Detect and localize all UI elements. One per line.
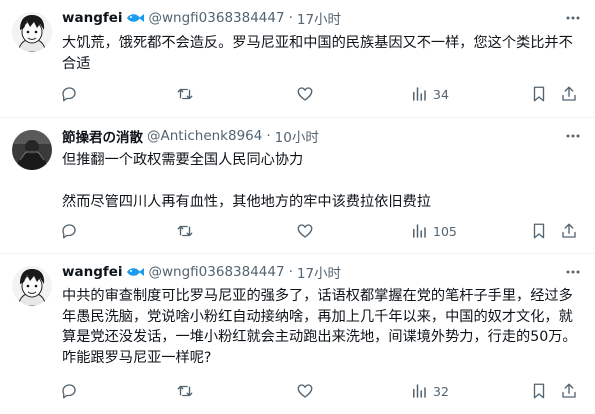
bookmark-icon [533,383,545,399]
share-icon [562,223,576,238]
display-name[interactable]: 節操君の消散 [62,126,143,146]
views-count: 105 [433,223,457,239]
tweet-paragraph: 大饥荒，饿死都不会造反。罗马尼亚和中国的民族基因又不一样，您这个类比并不合适 [62,35,573,72]
tweet-header: wangfei @wngfi0368384447 · 17小时 [62,262,555,282]
reply-icon [62,87,76,102]
user-handle[interactable]: @wngfi0368384447 [149,264,285,280]
like-button[interactable] [296,381,314,401]
user-handle[interactable]: @Antichenk8964 [147,128,262,144]
reply-button[interactable] [60,84,78,104]
like-button[interactable] [296,84,314,104]
separator: · [288,10,293,26]
retweet-button[interactable] [176,84,194,104]
share-button[interactable] [560,221,578,241]
bookmark-button[interactable] [530,381,548,401]
tweet-paragraph: 中共的审查制度可比罗马尼亚的强多了，话语权都掌握在党的笔杆子手里，经过多年愚民洗… [62,288,577,366]
display-name[interactable]: wangfei [62,264,123,280]
reply-button[interactable] [60,221,78,241]
tweet[interactable]: 節操君の消散 @Antichenk8964 · 10小时 但推翻一个政权需要全国… [0,118,595,254]
tweet-actions: 34 [60,84,580,104]
tweet-text: 大饥荒，饿死都不会造反。罗马尼亚和中国的民族基因又不一样，您这个类比并不合适 [62,33,581,74]
share-button[interactable] [560,84,578,104]
bookmark-icon [533,223,545,239]
views-count: 32 [433,383,449,399]
views-icon [413,224,426,238]
tweet-actions: 105 [60,221,580,241]
separator: · [266,128,271,144]
more-icon[interactable] [565,10,581,26]
anime-boy-avatar[interactable] [12,266,52,306]
timestamp[interactable]: 17小时 [297,262,341,282]
share-icon [562,86,576,101]
anime-boy-avatar[interactable] [12,12,52,52]
dark-figure-avatar[interactable] [12,130,52,170]
retweet-button[interactable] [176,381,194,401]
like-button[interactable] [296,221,314,241]
reply-icon [62,224,76,239]
tweet-text: 但推翻一个政权需要全国人民同心协力 然而尽管四川人再有血性，其他地方的牢中该费拉… [62,150,581,212]
tweet-paragraph: 然而尽管四川人再有血性，其他地方的牢中该费拉依旧费拉 [62,193,431,210]
timestamp[interactable]: 10小时 [275,126,319,146]
like-icon [297,224,313,238]
retweet-button[interactable] [176,221,194,241]
tweet-header: 節操君の消散 @Antichenk8964 · 10小时 [62,126,555,146]
like-icon [297,87,313,101]
views-button[interactable]: 34 [410,84,449,104]
retweet-icon [177,385,193,397]
retweet-icon [177,225,193,237]
tweet-header: wangfei @wngfi0368384447 · 17小时 [62,8,555,28]
reply-button[interactable] [60,381,78,401]
fish-emoji-icon [126,268,144,276]
fish-emoji-icon [126,14,144,22]
timestamp[interactable]: 17小时 [297,8,341,28]
bookmark-icon [533,86,545,102]
separator: · [288,264,293,280]
share-button[interactable] [560,381,578,401]
user-handle[interactable]: @wngfi0368384447 [149,10,285,26]
retweet-icon [177,88,193,100]
views-button[interactable]: 105 [410,221,457,241]
bookmark-button[interactable] [530,221,548,241]
like-icon [297,384,313,398]
views-button[interactable]: 32 [410,381,449,401]
views-count: 34 [433,86,449,102]
reply-icon [62,384,76,399]
views-icon [413,87,426,101]
bookmark-button[interactable] [530,84,548,104]
display-name[interactable]: wangfei [62,10,123,26]
tweet-actions: 32 [60,381,580,401]
tweet[interactable]: wangfei @wngfi0368384447 · 17小时 大饥荒，饿死都不… [0,0,595,118]
share-icon [562,383,576,398]
tweet-text: 中共的审查制度可比罗马尼亚的强多了，话语权都掌握在党的笔杆子手里，经过多年愚民洗… [62,286,581,368]
views-icon [413,384,426,398]
more-icon[interactable] [565,264,581,280]
more-icon[interactable] [565,128,581,144]
tweet-paragraph: 但推翻一个政权需要全国人民同心协力 [62,152,304,168]
tweet[interactable]: wangfei @wngfi0368384447 · 17小时 中共的审查制度可… [0,254,595,414]
